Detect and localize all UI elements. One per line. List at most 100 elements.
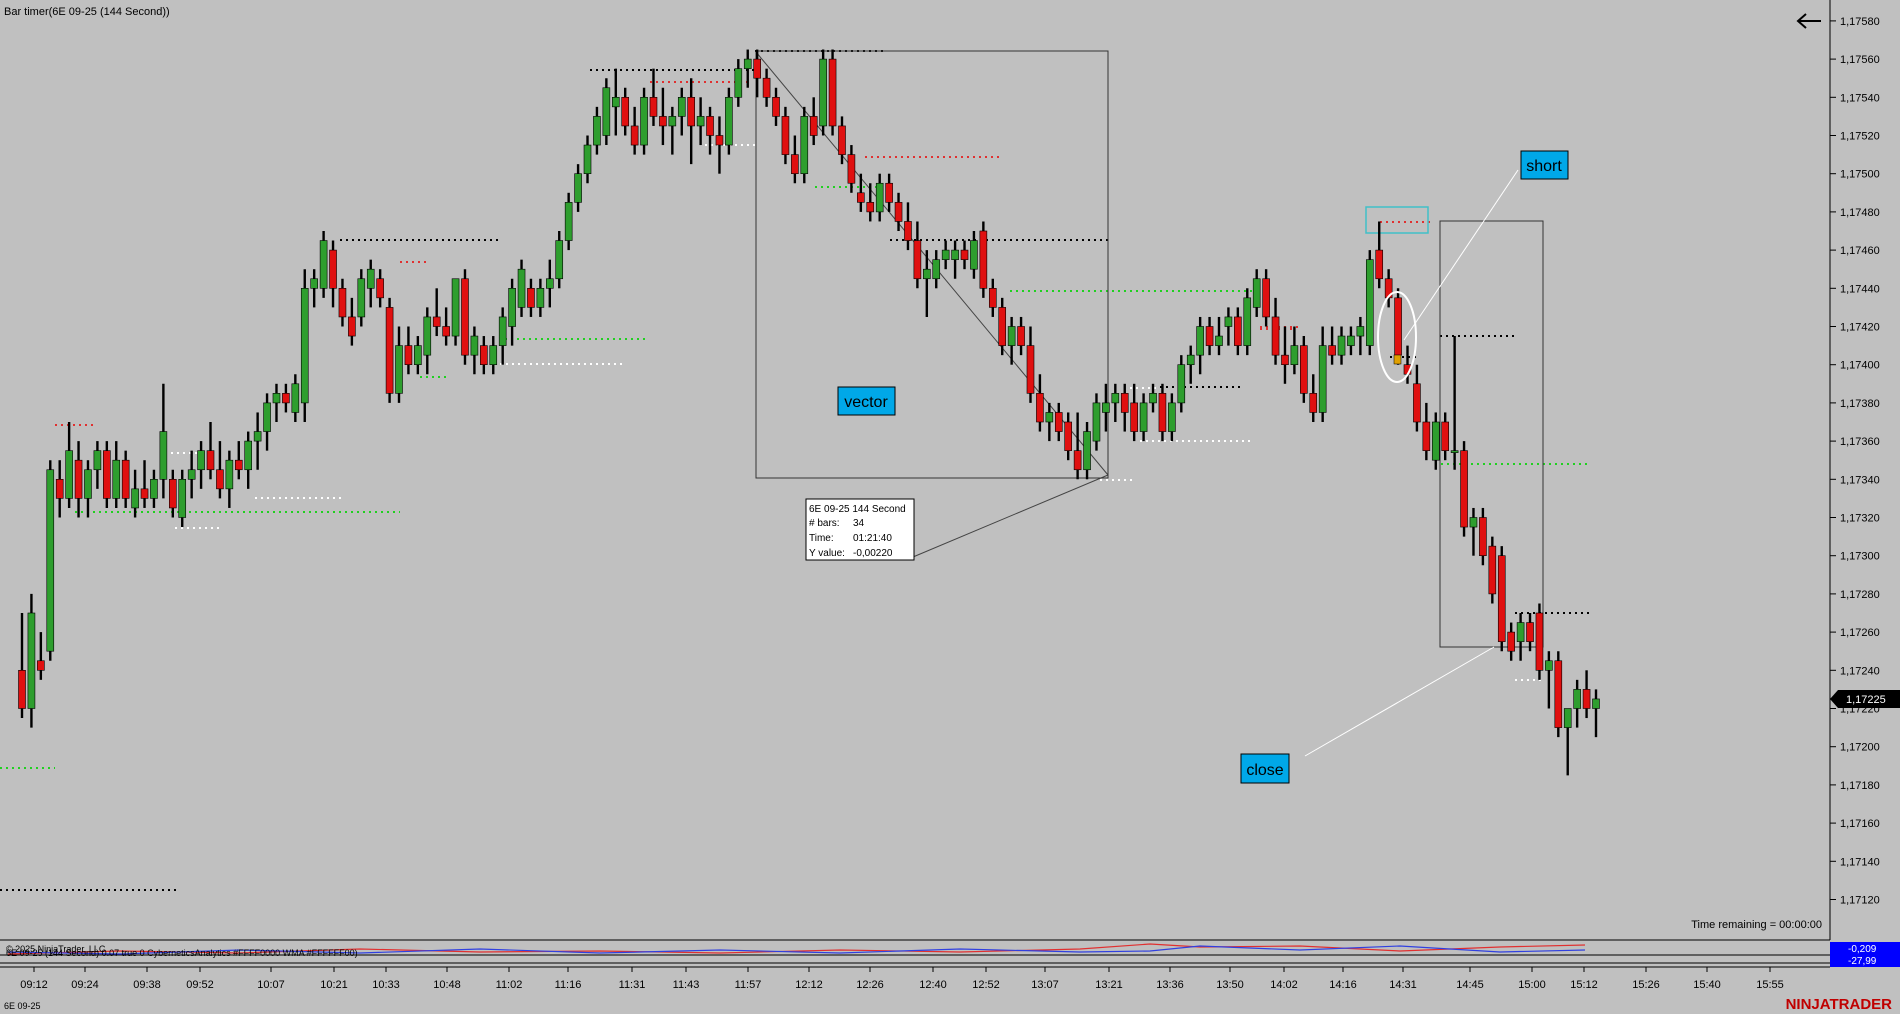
price-tick-label: 1,17340 (1840, 474, 1880, 486)
candle-body (970, 240, 978, 270)
candle-body (55, 478, 64, 499)
candle-body (93, 450, 102, 471)
indicator-value-1: -0,209 (1848, 944, 1877, 955)
candle-body (1205, 326, 1214, 346)
svg-text:close: close (1246, 762, 1283, 779)
candle-body (310, 278, 318, 289)
candle (319, 231, 328, 298)
candle (1535, 603, 1544, 680)
candle-body (1139, 402, 1148, 432)
candle-body (1479, 517, 1487, 557)
candle-body (178, 478, 187, 518)
candle-body (1497, 555, 1506, 642)
candle-body (187, 469, 196, 480)
time-tick-label: 15:26 (1632, 979, 1660, 991)
candle (461, 269, 469, 365)
candle-body (225, 459, 234, 490)
candle-body (489, 345, 498, 366)
candle-body (960, 249, 969, 260)
candle-body (1300, 345, 1308, 394)
candle-body (1083, 431, 1091, 471)
candle-body (1026, 345, 1035, 394)
candle-body (649, 97, 658, 117)
candle-body (84, 469, 92, 499)
candle-body (1252, 278, 1261, 308)
short-callout[interactable]: short (1520, 150, 1569, 180)
time-tick-label: 09:38 (133, 979, 161, 991)
candle (602, 78, 611, 146)
svg-text:34: 34 (853, 518, 865, 529)
candle (1300, 336, 1308, 403)
candle-body (1394, 297, 1402, 356)
svg-text:01:21:40: 01:21:40 (853, 533, 892, 544)
candle-body (1365, 259, 1374, 346)
candle-body (112, 459, 121, 499)
candle-body (527, 287, 535, 308)
candle-body (1234, 316, 1242, 346)
time-tick-label: 12:26 (856, 979, 884, 991)
candle-body (668, 116, 677, 127)
candle-body (1375, 249, 1384, 280)
time-tick-label: 14:45 (1456, 979, 1484, 991)
candle-body (1573, 689, 1581, 709)
candle-body (1328, 345, 1336, 356)
candle-body (385, 307, 394, 394)
candle-body (1054, 412, 1063, 432)
candle-body (753, 58, 761, 79)
candle (1554, 651, 1563, 738)
measure-tooltip: 6E 09-25 144 Second # bars: 34 Time: 01:… (805, 498, 915, 561)
time-tick-label: 12:40 (919, 979, 947, 991)
candle-body (300, 287, 309, 404)
candle-body (583, 144, 592, 175)
candle-body (1186, 354, 1195, 365)
candle-body (395, 345, 403, 394)
time-tick-label: 11:16 (555, 979, 582, 991)
candle (979, 221, 988, 298)
candle (103, 441, 111, 508)
candle-body (1356, 326, 1365, 337)
time-tick-label: 15:55 (1756, 979, 1784, 991)
close-callout[interactable]: close (1240, 753, 1290, 784)
candle (27, 593, 36, 728)
candle-body (1262, 278, 1270, 318)
candle-body (772, 97, 780, 117)
price-tick-label: 1,17380 (1840, 398, 1880, 410)
candle-body (423, 316, 432, 356)
candle-body (602, 87, 611, 136)
time-tick-label: 10:33 (372, 979, 400, 991)
candle (46, 460, 55, 661)
candle-body (1102, 402, 1110, 413)
candle-body (1309, 393, 1318, 413)
candle-body (1092, 402, 1101, 442)
candle-body (319, 240, 328, 289)
chart-canvas[interactable]: Bar timer(6E 09-25 (144 Second)) 1,17580… (0, 0, 1900, 1014)
vector-callout[interactable]: vector (837, 386, 896, 416)
copyright-label: © 2025 NinjaTrader, LLC (6, 944, 106, 954)
price-tick-label: 1,17120 (1840, 895, 1880, 907)
candle-body (941, 249, 950, 260)
candle-body (809, 116, 818, 136)
candle-body (1431, 421, 1440, 461)
chart-title: Bar timer(6E 09-25 (144 Second)) (4, 6, 170, 18)
candle-body (1281, 354, 1289, 365)
candle-body (1554, 660, 1563, 728)
candle-body (1413, 383, 1421, 423)
time-tick-label: 14:02 (1270, 979, 1298, 991)
candle-body (1149, 393, 1157, 404)
svg-text:Time:: Time: (809, 533, 834, 544)
candle (800, 106, 809, 184)
candle-body (979, 230, 988, 289)
candle-body (1526, 622, 1534, 642)
current-price-label: 1,17225 (1846, 694, 1886, 706)
candle-body (121, 459, 130, 499)
candle-body (762, 77, 771, 98)
time-remaining-label: Time remaining = 00:00:00 (1691, 919, 1822, 931)
candle-body (1177, 364, 1186, 404)
candle-body (498, 316, 507, 346)
candle-body (1422, 421, 1431, 451)
candle-body (348, 316, 356, 337)
svg-text:short: short (1526, 158, 1562, 175)
candle-body (1441, 421, 1449, 451)
entry-marker-icon (1393, 354, 1402, 365)
candle-body (1196, 326, 1204, 356)
